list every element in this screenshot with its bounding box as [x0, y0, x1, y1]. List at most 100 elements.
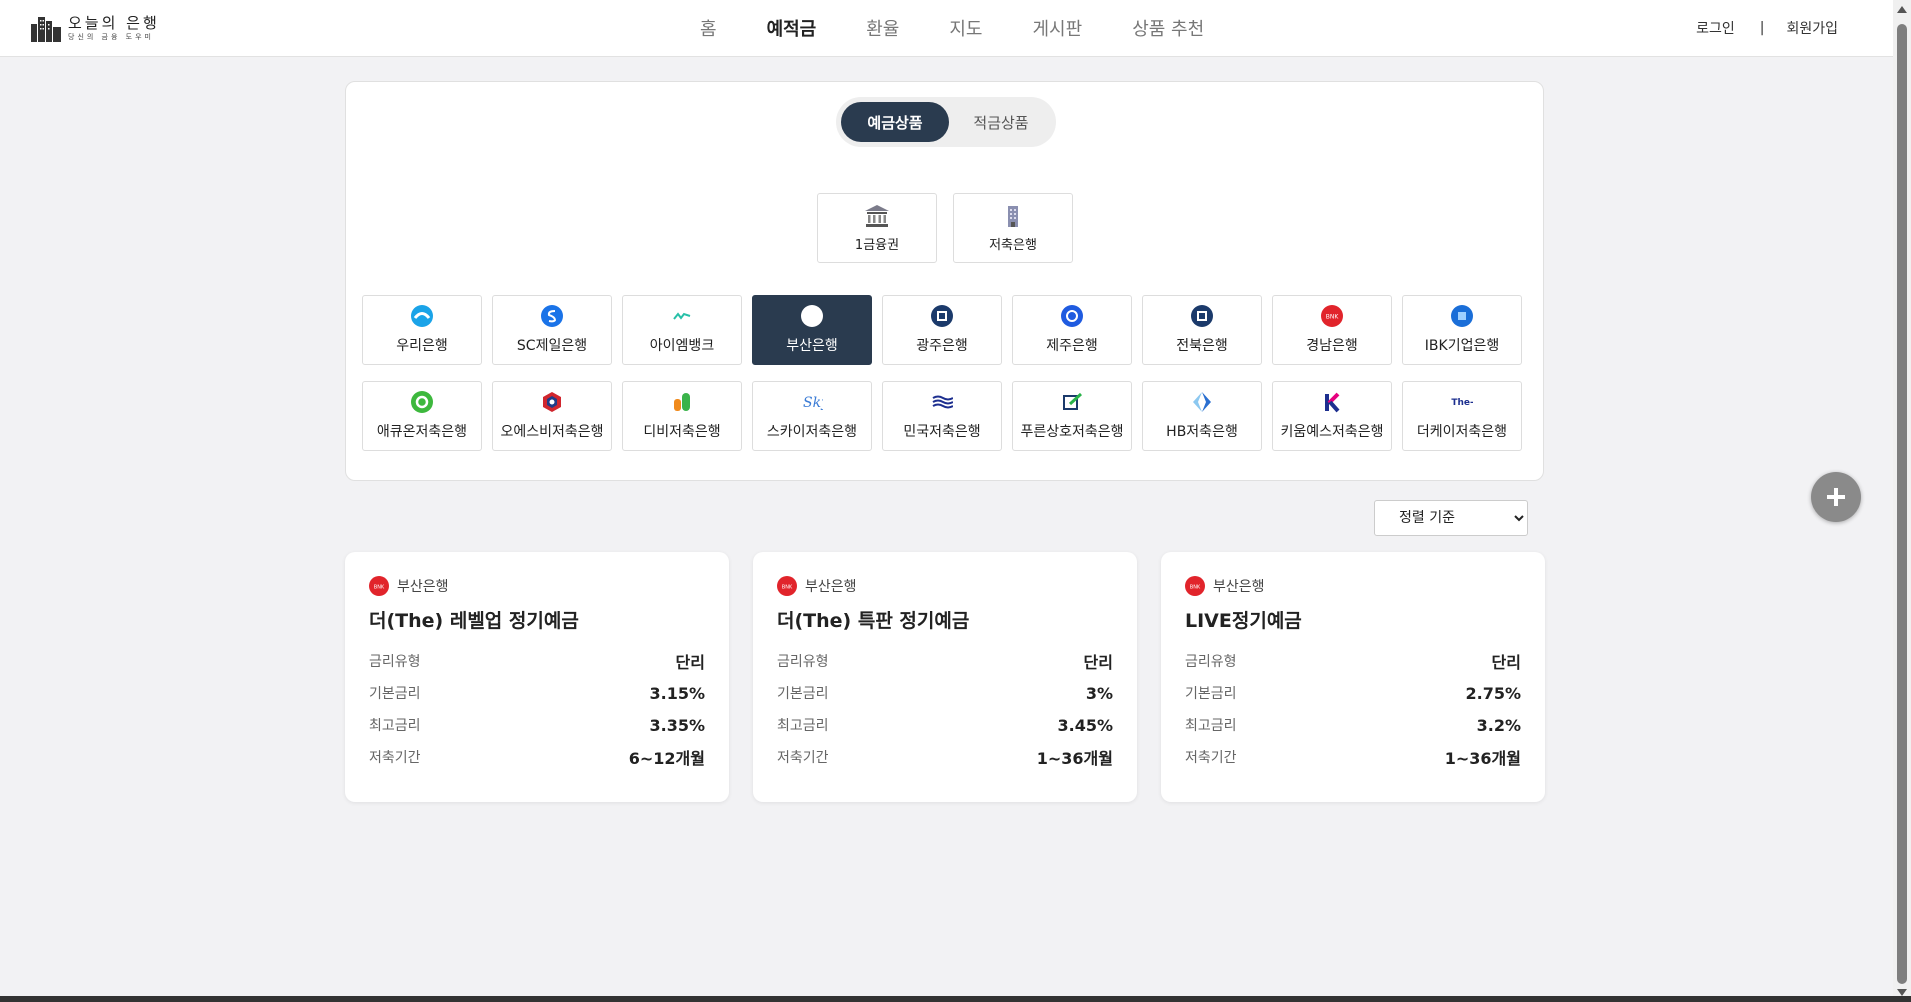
nav-recommend[interactable]: 상품 추천 — [1132, 15, 1204, 41]
sky-text: Sky — [803, 395, 823, 411]
filter-first-tier[interactable]: 1금융권 — [817, 193, 937, 263]
bank-imbank[interactable]: 아이엠뱅크 — [622, 295, 742, 365]
bank-db[interactable]: 디비저축은행 — [622, 381, 742, 451]
bank-busan[interactable]: 부산은행 — [752, 295, 872, 365]
plus-icon — [1827, 488, 1845, 506]
auth-links: 로그인 | 회원가입 — [1696, 0, 1838, 56]
max-rate-value: 3.45% — [1057, 715, 1113, 735]
bank-thek[interactable]: The-K 더케이저축은행 — [1402, 381, 1522, 451]
buildings-logo-icon — [31, 17, 61, 42]
base-rate-label: 기본금리 — [369, 686, 421, 702]
filter-panel: 예금상품 적금상품 1금융권 저축은행 우리은행 SC제일은행 아이엠뱅크 부산… — [345, 81, 1544, 481]
kyongnam-bank-icon: BNK — [1321, 305, 1343, 327]
minkook-icon — [931, 391, 953, 413]
logo-title: 오늘의 은행 — [68, 13, 160, 32]
thek-text: The-K — [1451, 398, 1473, 408]
bank-label: SC제일은행 — [516, 338, 588, 354]
auth-separator: | — [1759, 20, 1765, 36]
product-bank-name: 부산은행 — [1213, 579, 1265, 595]
bank-label: 키움예스저축은행 — [1280, 424, 1384, 440]
period-value: 6~12개월 — [628, 749, 705, 768]
bank-hb[interactable]: HB저축은행 — [1142, 381, 1262, 451]
period-label: 저축기간 — [1185, 750, 1237, 766]
tab-savings[interactable]: 적금상품 — [947, 102, 1055, 142]
tab-deposit[interactable]: 예금상품 — [841, 102, 949, 142]
bank-kiwoom[interactable]: 키움예스저축은행 — [1272, 381, 1392, 451]
max-rate-value: 3.2% — [1476, 715, 1521, 735]
imbank-icon — [671, 305, 693, 327]
bank-sky[interactable]: Sky 스카이저축은행 — [752, 381, 872, 451]
window-bottom-edge — [0, 996, 1911, 1002]
bank-osb[interactable]: 오에스비저축은행 — [492, 381, 612, 451]
scroll-up-arrow-icon[interactable] — [1897, 6, 1907, 13]
bnk-text: BNK — [1190, 585, 1201, 591]
scroll-down-arrow-icon[interactable] — [1897, 989, 1907, 996]
nav-exchange[interactable]: 환율 — [866, 15, 899, 41]
product-card[interactable]: BNK 부산은행 더(The) 레벨업 정기예금 금리유형 단리 기본금리 3.15… — [345, 552, 729, 802]
max-rate-value: 3.35% — [649, 715, 705, 735]
product-card[interactable]: BNK 부산은행 더(The) 특판 정기예금 금리유형 단리 기본금리 3% 최고… — [753, 552, 1137, 802]
logo-subtitle: 당신의 금융 도우미 — [68, 32, 154, 41]
bank-label: 디비저축은행 — [643, 424, 721, 440]
nav-deposits[interactable]: 예적금 — [767, 15, 817, 41]
filter-first-tier-label: 1금융권 — [854, 237, 900, 253]
bank-jeonbuk[interactable]: 전북은행 — [1142, 295, 1262, 365]
bank-kyongnam[interactable]: BNK 경남은행 — [1272, 295, 1392, 365]
nav-board[interactable]: 게시판 — [1033, 15, 1083, 41]
rate-type-label: 금리유형 — [369, 654, 421, 670]
bank-label: 제주은행 — [1046, 338, 1098, 354]
busan-bank-icon: BNK — [369, 576, 389, 596]
period-value: 1~36개월 — [1444, 749, 1521, 768]
nav-map[interactable]: 지도 — [949, 15, 982, 41]
bank-woori[interactable]: 우리은행 — [362, 295, 482, 365]
rate-type-value: 단리 — [675, 653, 705, 672]
bank-label: 민국저축은행 — [903, 424, 981, 440]
max-rate-label: 최고금리 — [1185, 718, 1237, 734]
bank-label: 오에스비저축은행 — [500, 424, 604, 440]
login-link[interactable]: 로그인 — [1696, 18, 1735, 38]
bank-label: 전북은행 — [1176, 338, 1228, 354]
bank-sc[interactable]: SC제일은행 — [492, 295, 612, 365]
rate-type-value: 단리 — [1491, 653, 1521, 672]
bank-label: 광주은행 — [916, 338, 968, 354]
add-button[interactable] — [1811, 472, 1861, 522]
max-rate-label: 최고금리 — [777, 718, 829, 734]
bank-acuon[interactable]: 애큐온저축은행 — [362, 381, 482, 451]
nav-home[interactable]: 홈 — [700, 15, 717, 41]
product-card[interactable]: BNK 부산은행 LIVE정기예금 금리유형 단리 기본금리 2.75% 최고금리 3… — [1161, 552, 1545, 802]
period-label: 저축기간 — [777, 750, 829, 766]
filter-savings-bank[interactable]: 저축은행 — [953, 193, 1073, 263]
sort-select[interactable]: 정렬 기준 — [1374, 500, 1528, 536]
rate-type-label: 금리유형 — [1185, 654, 1237, 670]
jeonbuk-bank-icon — [1191, 305, 1213, 327]
scroll-thumb[interactable] — [1897, 24, 1907, 984]
thek-icon: The-K — [1451, 391, 1473, 413]
bank-jeju[interactable]: 제주은행 — [1012, 295, 1132, 365]
pureun-icon — [1061, 391, 1083, 413]
kiwoom-icon — [1321, 391, 1343, 413]
bank-label: 우리은행 — [396, 338, 448, 354]
bank-ibk[interactable]: IBK기업은행 — [1402, 295, 1522, 365]
signup-link[interactable]: 회원가입 — [1786, 18, 1838, 38]
product-title: LIVE정기예금 — [1185, 610, 1302, 632]
bank-label: 애큐온저축은행 — [376, 424, 468, 440]
filter-savings-bank-label: 저축은행 — [989, 237, 1037, 253]
busan-bank-icon: BNK — [777, 576, 797, 596]
bank-pureun[interactable]: 푸른상호저축은행 — [1012, 381, 1132, 451]
bank-minkook[interactable]: 민국저축은행 — [882, 381, 1002, 451]
top-header: 오늘의 은행 당신의 금융 도우미 홈 예적금 환율 지도 게시판 상품 추천 … — [0, 0, 1893, 57]
bank-label: 경남은행 — [1306, 338, 1358, 354]
site-logo[interactable]: 오늘의 은행 당신의 금융 도우미 — [30, 10, 160, 46]
vertical-scrollbar[interactable] — [1893, 0, 1911, 1002]
main-nav: 홈 예적금 환율 지도 게시판 상품 추천 — [700, 0, 1254, 56]
sky-icon: Sky — [801, 391, 823, 413]
period-value: 1~36개월 — [1036, 749, 1113, 768]
bank-label: 스카이저축은행 — [766, 424, 858, 440]
product-bank-name: 부산은행 — [397, 579, 449, 595]
base-rate-label: 기본금리 — [777, 686, 829, 702]
bank-gwangju[interactable]: 광주은행 — [882, 295, 1002, 365]
product-bank-name: 부산은행 — [805, 579, 857, 595]
base-rate-label: 기본금리 — [1185, 686, 1237, 702]
woori-bank-icon — [411, 305, 433, 327]
product-type-toggle: 예금상품 적금상품 — [836, 97, 1056, 147]
